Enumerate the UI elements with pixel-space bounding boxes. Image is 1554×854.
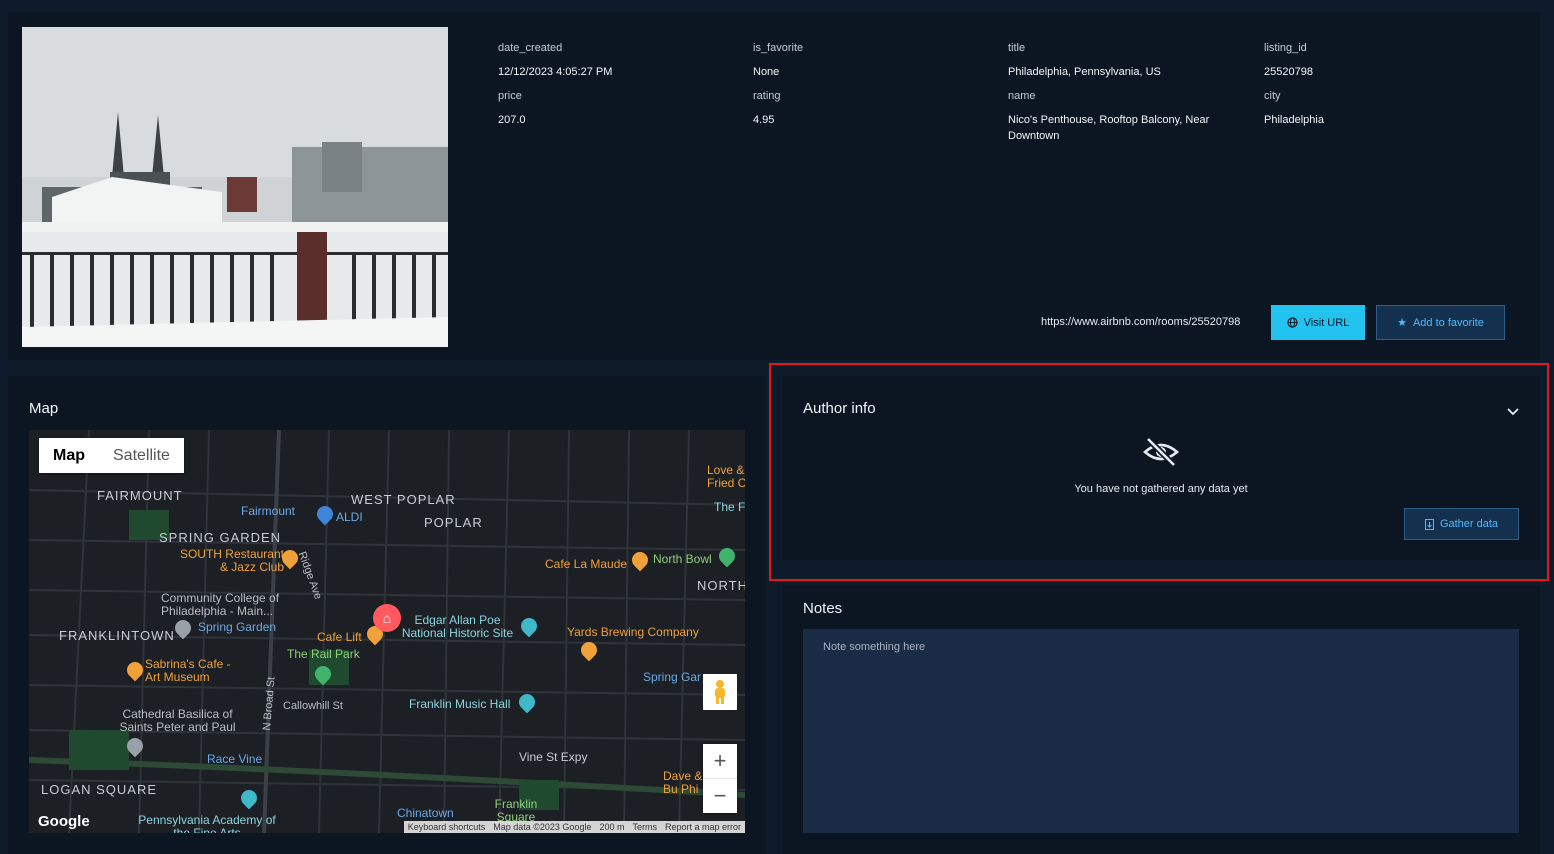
field-value: Nico's Penthouse, Rooftop Balcony, Near …	[1008, 114, 1210, 142]
field-value: Philadelphia, Pennsylvania, US	[1008, 66, 1161, 78]
field-listing-id: listing_id 25520798	[1264, 42, 1313, 80]
map-label: Cafe Lift	[317, 630, 362, 644]
map-label: WEST POPLAR	[351, 492, 456, 507]
map-label: Race Vine	[207, 752, 263, 766]
scale-bar[interactable]: 200 m	[599, 822, 624, 832]
map-label: ALDI	[336, 510, 363, 524]
globe-icon	[1287, 317, 1298, 328]
field-value: 12/12/2023 4:05:27 PM	[498, 66, 613, 78]
visit-url-button[interactable]: Visit URL	[1271, 305, 1365, 340]
field-rating: rating 4.95	[753, 90, 781, 128]
map-label: North Bowl	[653, 552, 712, 566]
field-date-created: date_created 12/12/2023 4:05:27 PM	[498, 42, 612, 80]
map-label: The Rail Park	[287, 647, 360, 661]
field-key: listing_id	[1264, 42, 1307, 54]
visit-url-label: Visit URL	[1303, 316, 1350, 329]
keyboard-shortcuts-link[interactable]: Keyboard shortcuts	[408, 822, 486, 832]
map-attribution: Keyboard shortcuts Map data ©2023 Google…	[403, 821, 745, 833]
field-key: city	[1264, 90, 1281, 102]
map-label: SOUTH Restaurant & Jazz Club	[179, 547, 284, 574]
field-value: 25520798	[1264, 66, 1313, 78]
field-value: None	[753, 66, 780, 78]
field-title: title Philadelphia, Pennsylvania, US	[1008, 42, 1238, 80]
map-label: Sabrina's Cafe - Art Museum	[145, 657, 231, 684]
map-label: FRANKLINTOWN	[59, 628, 175, 643]
google-logo: Google	[38, 813, 90, 830]
map-label: LOGAN SQUARE	[41, 782, 158, 797]
star-icon: ★	[1397, 317, 1407, 329]
map-label: The F	[714, 500, 745, 514]
map-title: Map	[29, 400, 59, 417]
field-key: date_created	[498, 42, 563, 54]
listing-panel: date_created 12/12/2023 4:05:27 PM is_fa…	[8, 12, 1540, 360]
field-key: rating	[753, 90, 781, 102]
listing-photo	[22, 27, 448, 347]
map-type-satellite-button[interactable]: Satellite	[99, 438, 184, 473]
map-data-text: Map data ©2023 Google	[493, 822, 592, 832]
map-type-toggle: Map Satellite	[39, 438, 184, 473]
map-label: Yards Brewing Company	[567, 625, 699, 639]
field-name: name Nico's Penthouse, Rooftop Balcony, …	[1008, 90, 1238, 144]
field-is-favorite: is_favorite None	[753, 42, 803, 80]
map-label: Fairmount	[241, 504, 296, 518]
zoom-controls: + −	[703, 744, 737, 813]
map-label: Pennsylvania Academy of the Fine Arts	[138, 813, 276, 834]
field-value: Philadelphia	[1264, 114, 1324, 126]
map-label: POPLAR	[424, 515, 483, 530]
street-view-pegman-icon[interactable]	[703, 674, 737, 710]
field-key: price	[498, 90, 522, 102]
map-label: Vine St Expy	[519, 750, 588, 764]
listing-url: https://www.airbnb.com/rooms/25520798	[1041, 316, 1241, 328]
report-map-error-link[interactable]: Report a map error	[665, 822, 741, 832]
notes-panel: Notes	[782, 585, 1540, 854]
zoom-in-icon[interactable]: +	[703, 744, 737, 778]
terms-link[interactable]: Terms	[632, 822, 657, 832]
field-key: title	[1008, 42, 1026, 54]
notes-title: Notes	[803, 600, 843, 617]
zoom-out-icon[interactable]: −	[703, 778, 737, 813]
map-type-map-button[interactable]: Map	[39, 438, 99, 473]
map-panel: Map Map Satellite FAIRMOUNT WEST POPLAR …	[8, 376, 766, 854]
add-favorite-label: Add to favorite	[1412, 316, 1484, 329]
map-label: Community College of Philadelphia - Main…	[161, 591, 280, 618]
map-label: FAIRMOUNT	[97, 488, 183, 503]
field-key: is_favorite	[753, 42, 804, 54]
map-label: NORTH LIBERT	[697, 578, 745, 593]
map-label: Cathedral Basilica of Saints Peter and P…	[119, 707, 236, 734]
highlight-box	[769, 363, 1549, 581]
map-view[interactable]: Map Satellite FAIRMOUNT WEST POPLAR POPL…	[29, 430, 745, 833]
field-city: city Philadelphia	[1264, 90, 1324, 128]
map-label: Edgar Allan Poe National Historic Site	[401, 613, 514, 640]
map-label: Chinatown	[397, 806, 454, 820]
map-label: Spring Garden	[198, 620, 277, 634]
map-label: Spring Gard	[643, 670, 701, 684]
map-label: Love & Fried C	[707, 464, 745, 490]
add-to-favorite-button[interactable]: ★ Add to favorite	[1376, 305, 1505, 340]
field-value: 207.0	[498, 114, 526, 126]
field-price: price 207.0	[498, 90, 526, 128]
map-label: Callowhill St	[283, 700, 343, 712]
field-value: 4.95	[753, 114, 775, 126]
map-label: SPRING GARDEN	[159, 530, 282, 545]
field-key: name	[1008, 90, 1036, 102]
notes-textarea[interactable]	[803, 629, 1519, 833]
map-label: Franklin Music Hall	[409, 697, 511, 711]
map-label: Cafe La Maude	[545, 557, 628, 571]
